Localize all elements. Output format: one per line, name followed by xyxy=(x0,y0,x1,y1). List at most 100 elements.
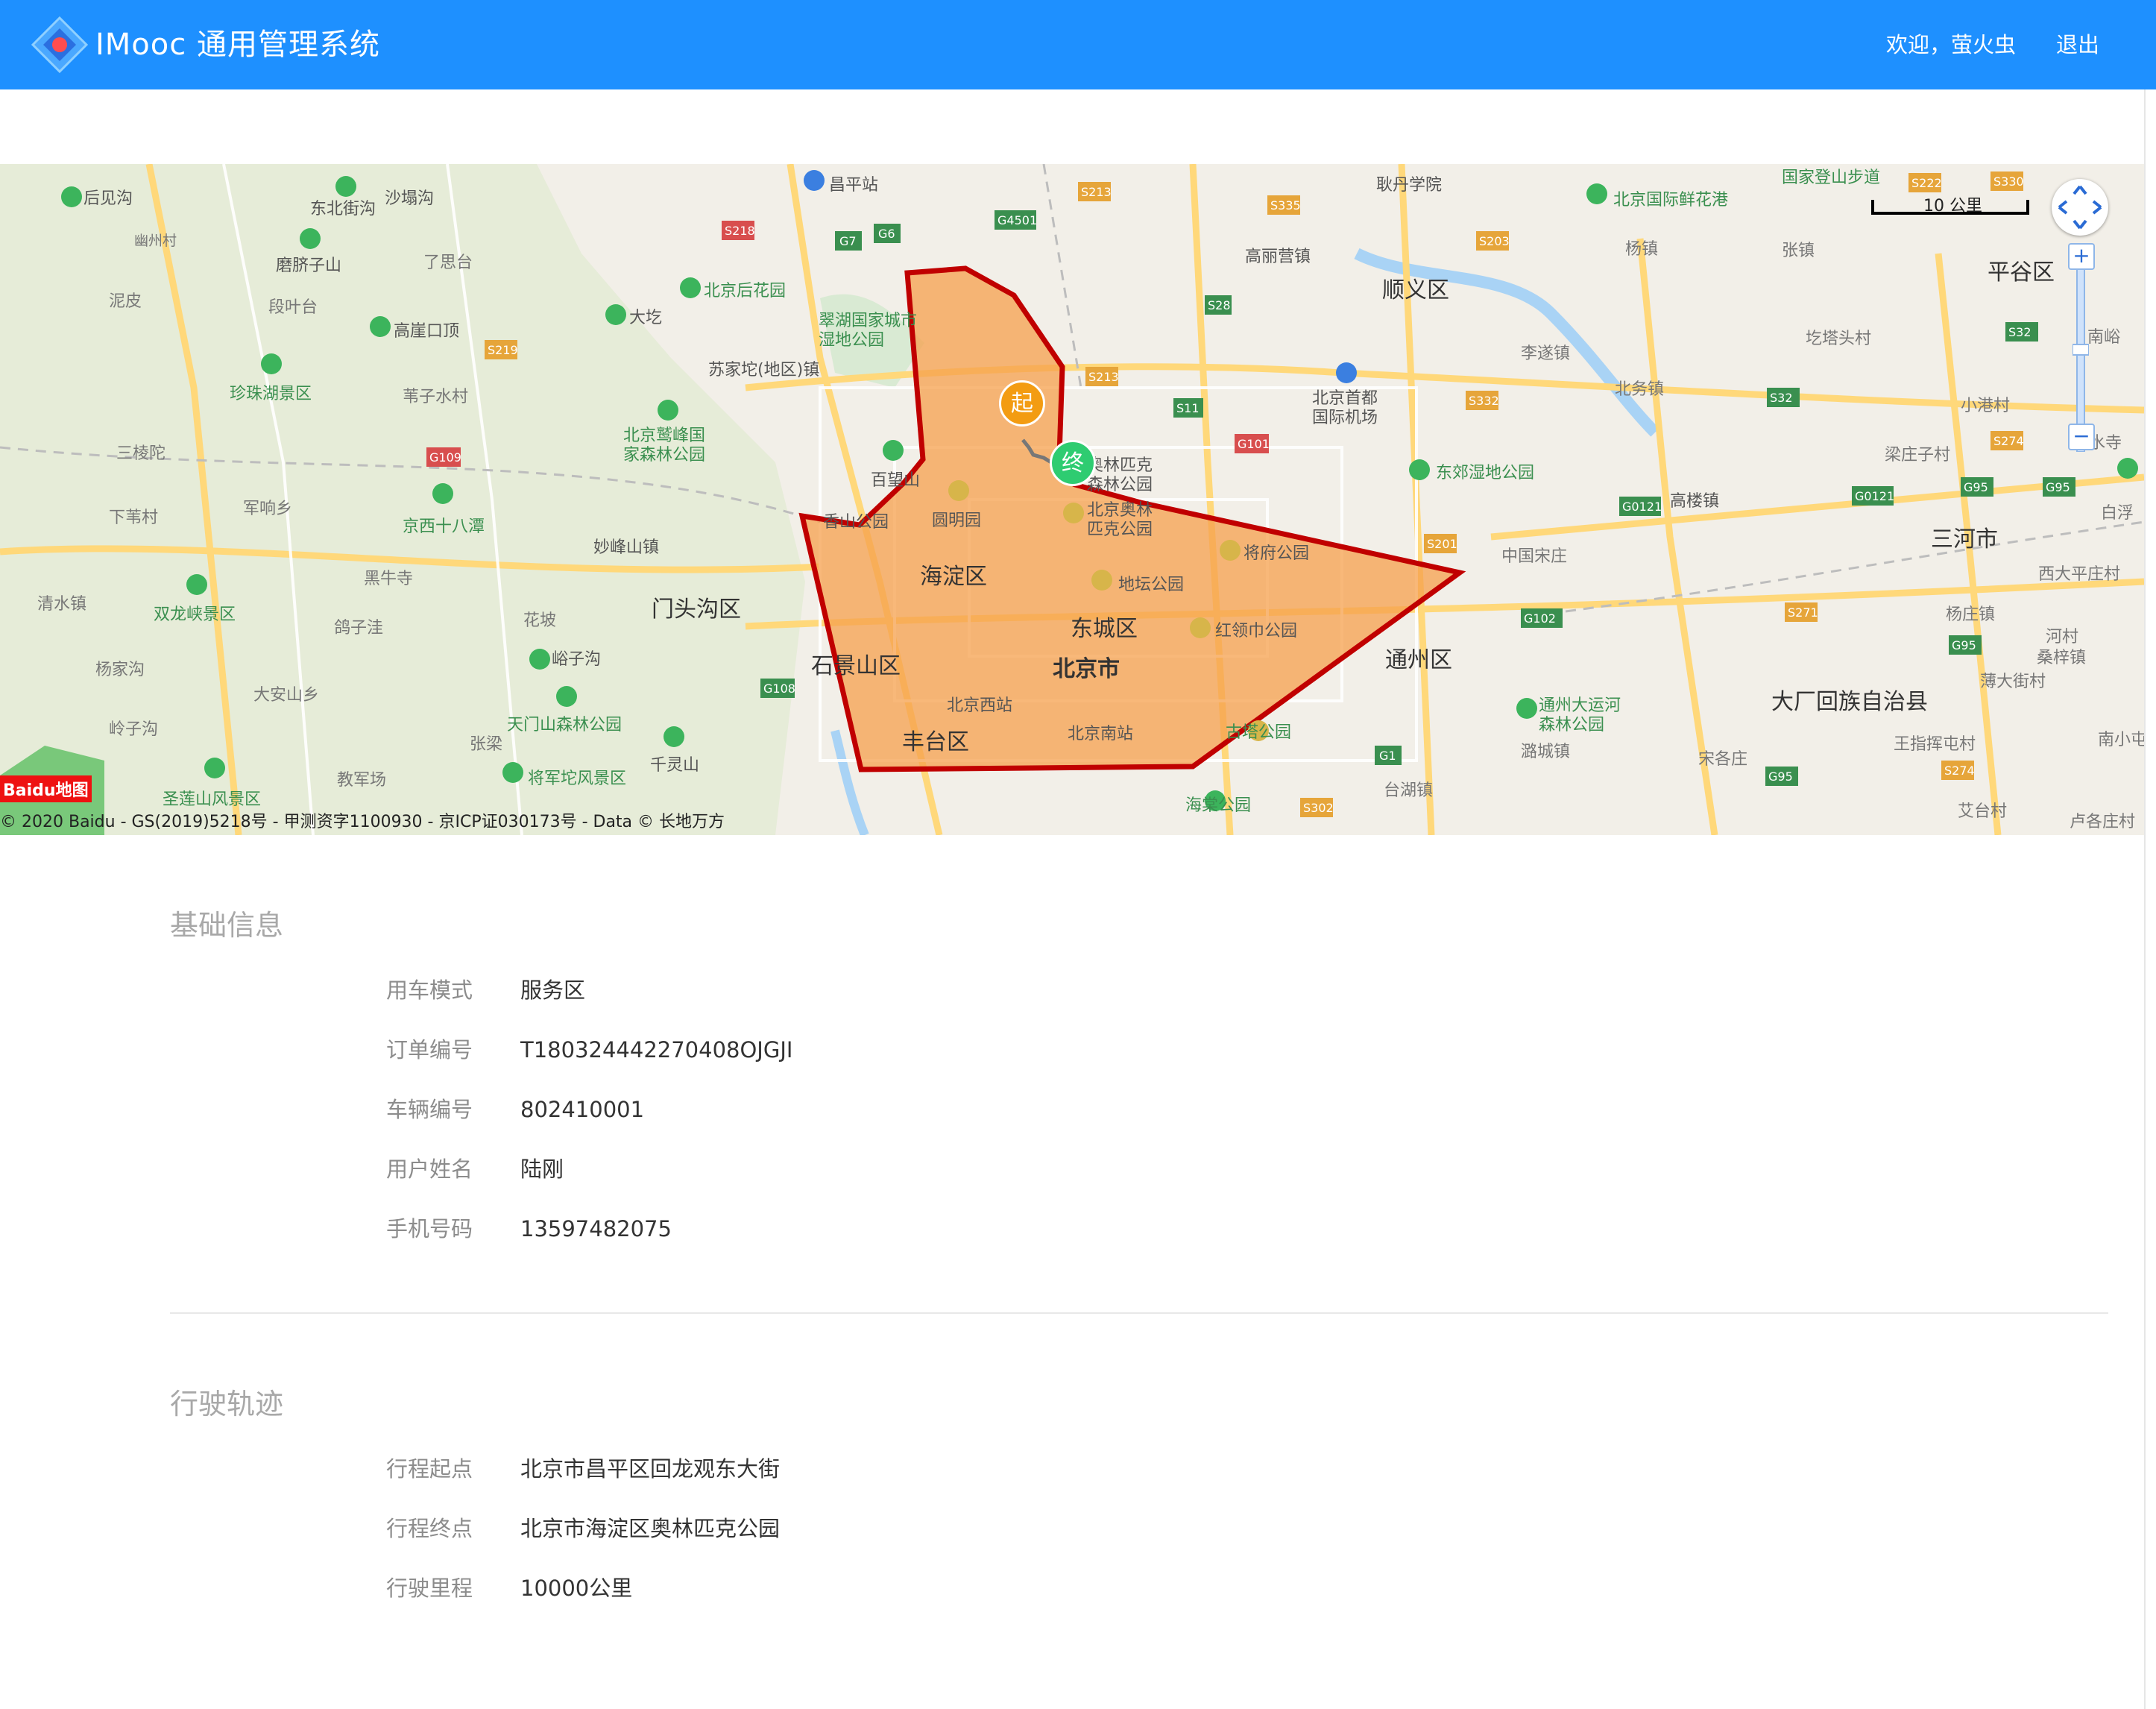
map-place-label: 梁庄子村 xyxy=(1885,446,1951,465)
map-place-label: 泥皮 xyxy=(109,292,142,311)
map-place-label: 教军场 xyxy=(337,771,387,790)
map-place-label: 了思台 xyxy=(423,254,473,272)
logout-link[interactable]: 退出 xyxy=(2056,25,2099,64)
value-vehicle-id: 802410001 xyxy=(520,1097,645,1122)
svg-text:S11: S11 xyxy=(1176,401,1200,415)
svg-text:G4501: G4501 xyxy=(997,213,1037,227)
map-place-label: 西大平庄村 xyxy=(2038,565,2121,584)
map-place-label: 天门山森林公园 xyxy=(507,716,622,734)
map-place-label: 将府公园 xyxy=(1244,544,1310,563)
svg-text:S219: S219 xyxy=(488,343,518,357)
map-place-label: 北京西站 xyxy=(947,696,1013,715)
map-place-label: 通州区 xyxy=(1385,647,1452,673)
map-place-label: 北京后花园 xyxy=(704,282,787,300)
map-place-label: 珍珠湖景区 xyxy=(230,385,312,403)
label-user-name: 用户姓名 xyxy=(386,1156,473,1182)
svg-text:G0121: G0121 xyxy=(1855,489,1894,503)
map-place-label: 苇子水村 xyxy=(403,388,469,406)
map-place-label: 下苇村 xyxy=(109,509,159,527)
map-place-label: 沙塌沟 xyxy=(385,189,435,208)
svg-text:S271: S271 xyxy=(1788,605,1818,620)
section-divider xyxy=(170,1312,2108,1314)
map-place-label: 王指挥屯村 xyxy=(1894,735,1976,754)
map-place-label: 军响乡 xyxy=(243,500,293,518)
svg-text:G6: G6 xyxy=(878,227,895,241)
map-place-label: 卢各庄村 xyxy=(2070,813,2136,831)
map-place-label: 平谷区 xyxy=(1988,259,2055,286)
map-place-label: 花坡 xyxy=(523,611,557,630)
map-place-label: 东城区 xyxy=(1071,616,1138,642)
map-place-label: 桑梓镇 xyxy=(2037,649,2087,667)
map-place-label: 杨庄镇 xyxy=(1946,605,1996,624)
map-place-label: 磨脐子山 xyxy=(276,256,342,275)
map-place-label: 千灵山 xyxy=(650,756,700,775)
map-place-label: 北京国际鲜花港 xyxy=(1613,191,1729,210)
map-container[interactable]: S218 G7 G6 G4501 S213 S335 S203 S28 S213… xyxy=(0,164,2144,835)
map-place-label: 石景山区 xyxy=(811,653,901,679)
map-place-label: 圣莲山风景区 xyxy=(163,790,262,809)
map-place-label: 红领巾公园 xyxy=(1215,622,1298,641)
map-place-label: 匹克公园 xyxy=(1087,520,1153,539)
diamond-logo-icon xyxy=(31,16,89,74)
map-place-label: 东郊湿地公园 xyxy=(1436,464,1535,482)
map-place-label: 顺义区 xyxy=(1382,277,1449,303)
map-place-label: 清水镇 xyxy=(37,595,87,614)
map-place-label: 百望山 xyxy=(871,471,921,490)
svg-text:G109: G109 xyxy=(429,450,461,465)
label-phone: 手机号码 xyxy=(386,1216,473,1241)
svg-text:S332: S332 xyxy=(1469,394,1499,408)
map-place-label: 圆明园 xyxy=(932,512,982,530)
svg-text:G95: G95 xyxy=(1952,638,1976,652)
map-place-label: 大厂回族自治县 xyxy=(1771,689,1928,715)
svg-text:S274: S274 xyxy=(1993,434,2024,448)
map-place-label: 宋各庄 xyxy=(1698,750,1748,769)
svg-text:G108: G108 xyxy=(763,682,795,696)
trip-end-marker[interactable]: 终 xyxy=(1050,440,1096,486)
map-place-label: 海棠公园 xyxy=(1185,796,1252,815)
svg-text:G7: G7 xyxy=(839,234,857,248)
map-place-label: 京西十八潭 xyxy=(403,517,485,536)
map-place-label: 杨家沟 xyxy=(95,661,145,679)
svg-text:S213: S213 xyxy=(1088,370,1119,384)
map-place-label: 岭子沟 xyxy=(109,720,159,739)
label-distance: 行驶里程 xyxy=(386,1576,473,1601)
zoom-out-button[interactable]: − xyxy=(2068,424,2095,450)
baidu-logo: Baidu地图 xyxy=(0,775,92,802)
page-edge xyxy=(2144,89,2156,1709)
value-order-id: T180324442270408OJGJI xyxy=(520,1037,793,1063)
map-place-label: 小港村 xyxy=(1961,397,2011,415)
map-place-label: 妙峰山镇 xyxy=(593,538,660,557)
map-place-label: 黑牛寺 xyxy=(364,570,414,588)
trip-title: 行驶轨迹 xyxy=(170,1388,284,1420)
map-place-label: 幽州村 xyxy=(134,233,177,249)
svg-text:S218: S218 xyxy=(725,224,755,238)
map-place-label: 东北街沟 xyxy=(310,200,376,218)
map-place-label: 李遂镇 xyxy=(1521,344,1571,363)
zoom-in-button[interactable]: + xyxy=(2068,243,2095,270)
label-order-id: 订单编号 xyxy=(386,1037,473,1063)
svg-text:S28: S28 xyxy=(1208,298,1231,312)
label-trip-end: 行程终点 xyxy=(386,1516,473,1541)
map-place-label: 南峪 xyxy=(2087,328,2121,347)
trip-start-marker[interactable]: 起 xyxy=(999,380,1045,427)
svg-text:G102: G102 xyxy=(1524,611,1556,626)
map-place-label: 昌平站 xyxy=(829,176,879,195)
map-place-label: 后见沟 xyxy=(83,189,133,208)
map-place-label: 南小屯村 xyxy=(2098,731,2144,749)
map-place-label: 高丽营镇 xyxy=(1245,248,1311,266)
map-place-label: 张梁 xyxy=(470,735,503,754)
map-place-label: 鸽子洼 xyxy=(334,619,384,638)
map-place-label: 北京南站 xyxy=(1068,725,1134,743)
map-place-label: 白浮 xyxy=(2101,504,2134,523)
svg-text:S203: S203 xyxy=(1479,234,1510,248)
svg-text:S32: S32 xyxy=(2008,325,2032,339)
map-pan-control[interactable] xyxy=(2052,179,2108,236)
map-place-label: 耿丹学院 xyxy=(1376,176,1443,195)
map-zoom-slider[interactable] xyxy=(2072,244,2090,453)
map-place-label: 双龙峡景区 xyxy=(154,605,236,624)
svg-text:G95: G95 xyxy=(1768,769,1793,784)
map-place-label: 台湖镇 xyxy=(1384,781,1434,800)
svg-text:S274: S274 xyxy=(1944,764,1975,778)
map-place-label: 大安山乡 xyxy=(253,686,320,705)
svg-text:S302: S302 xyxy=(1303,801,1334,815)
